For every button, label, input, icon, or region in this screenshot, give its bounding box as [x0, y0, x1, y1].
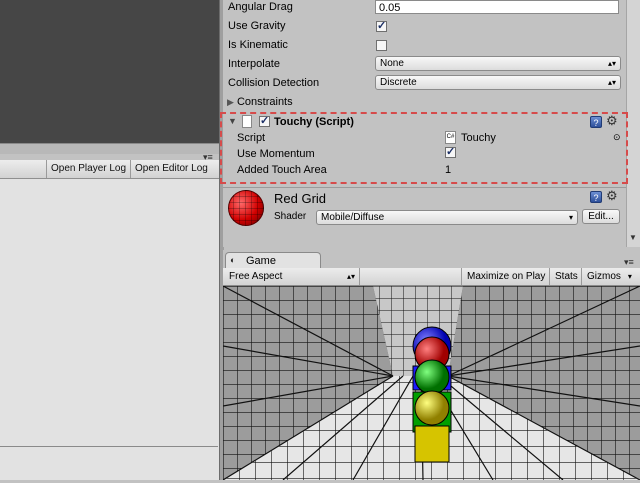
dropdown-arrow-icon: ▾	[568, 213, 573, 222]
dropdown-arrow-icon: ▴▾	[346, 272, 355, 281]
game-viewport[interactable]	[222, 285, 640, 481]
material-name: Red Grid	[274, 191, 327, 206]
aspect-value: Free Aspect	[229, 271, 283, 282]
collision-detection-dropdown[interactable]: Discrete ▴▾	[375, 75, 621, 90]
script-file-icon: C#	[445, 131, 456, 144]
foldout-arrow-icon: ▶	[227, 97, 234, 107]
is-kinematic-checkbox[interactable]	[376, 40, 387, 51]
script-value[interactable]: Touchy	[461, 130, 496, 146]
green-sphere	[414, 359, 450, 395]
console-divider[interactable]	[0, 446, 218, 447]
use-momentum-checkbox[interactable]: ✓	[445, 147, 456, 158]
help-icon[interactable]: ?	[590, 191, 602, 203]
panel-menu-icon[interactable]: ▾≡	[624, 257, 634, 268]
panel-separator	[0, 143, 220, 154]
dropdown-arrow-icon: ▾	[627, 272, 632, 281]
added-touch-area-label: Added Touch Area	[237, 164, 327, 176]
edit-shader-button[interactable]: Edit...	[582, 209, 620, 224]
script-file-icon	[242, 115, 252, 128]
open-editor-log-button[interactable]: Open Editor Log	[130, 160, 212, 178]
inspector-scrollbar[interactable]	[626, 0, 640, 247]
material-separator	[223, 187, 626, 188]
use-gravity-checkbox[interactable]: ✓	[376, 21, 387, 32]
angular-drag-field[interactable]: 0.05	[375, 0, 619, 14]
component-title: Touchy (Script)	[274, 116, 354, 128]
added-touch-area-value[interactable]: 1	[445, 162, 451, 178]
panel-menu-icon[interactable]: ▾≡	[203, 152, 217, 162]
foldout-arrow-icon[interactable]: ▼	[228, 116, 237, 126]
aspect-dropdown[interactable]: Free Aspect ▴▾	[229, 268, 360, 285]
interpolate-dropdown[interactable]: None ▴▾	[375, 56, 621, 71]
game-scene	[222, 285, 640, 481]
script-label: Script	[237, 132, 266, 144]
dropdown-arrow-icon: ▴▾	[607, 59, 616, 68]
use-momentum-label: Use Momentum	[237, 148, 315, 160]
yellow-sphere	[414, 390, 450, 426]
gizmos-label: Gizmos	[587, 271, 621, 282]
gizmos-dropdown[interactable]: Gizmos ▾	[581, 268, 635, 285]
material-preview-grid	[228, 190, 264, 226]
object-picker-icon[interactable]: ⊙	[613, 132, 621, 143]
open-player-log-button[interactable]: Open Player Log	[46, 160, 130, 178]
scene-view[interactable]	[0, 0, 220, 143]
yellow-box	[414, 425, 450, 463]
shader-label: Shader	[274, 211, 307, 222]
interpolate-label: Interpolate	[228, 58, 280, 70]
constraints-label: Constraints	[236, 96, 293, 108]
collision-detection-label: Collision Detection	[228, 77, 320, 89]
dropdown-arrow-icon: ▴▾	[607, 78, 616, 87]
gear-icon[interactable]: ⚙	[606, 114, 620, 128]
help-icon[interactable]: ?	[590, 116, 602, 128]
game-controller-icon: ◐	[230, 255, 236, 265]
shader-dropdown[interactable]: Mobile/Diffuse ▾	[316, 210, 578, 225]
game-toolbar: Free Aspect ▴▾ Maximize on Play Stats Gi…	[223, 268, 640, 286]
console-log-area[interactable]	[0, 179, 220, 480]
interpolate-value: None	[380, 58, 404, 69]
constraints-foldout[interactable]: ▶ Constraints	[227, 93, 293, 111]
stats-toggle[interactable]: Stats	[549, 268, 583, 285]
shader-value: Mobile/Diffuse	[321, 212, 385, 223]
console-toolbar: Open Player Log Open Editor Log	[0, 160, 220, 179]
is-kinematic-label: Is Kinematic	[228, 39, 288, 51]
maximize-on-play-toggle[interactable]: Maximize on Play	[461, 268, 550, 285]
touchy-enabled-checkbox[interactable]: ✓	[259, 116, 270, 127]
scroll-down-arrow-icon[interactable]: ▼	[627, 233, 639, 245]
use-gravity-label: Use Gravity	[228, 20, 286, 32]
angular-drag-label: Angular Drag	[228, 1, 293, 13]
gear-icon[interactable]: ⚙	[606, 189, 620, 203]
collision-detection-value: Discrete	[380, 77, 417, 88]
